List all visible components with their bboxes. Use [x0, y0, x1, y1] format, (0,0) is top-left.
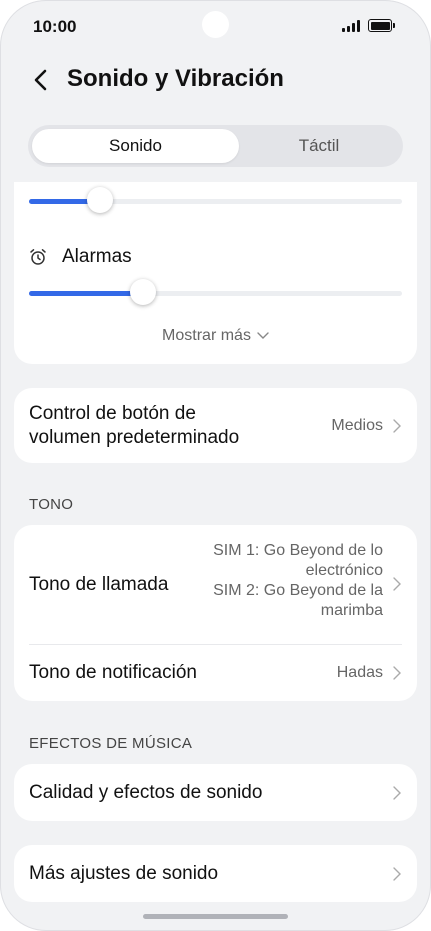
chevron-right-icon [393, 786, 401, 800]
alarm-clock-icon [30, 249, 46, 265]
home-indicator[interactable] [143, 914, 288, 919]
ringtone-sim1-line2: electrónico [305, 562, 383, 579]
notification-tone-value: Hadas [336, 664, 383, 681]
alarms-slider[interactable] [29, 279, 402, 305]
sound-quality-row[interactable]: Calidad y efectos de sonido [14, 764, 417, 821]
chevron-down-icon [257, 332, 269, 339]
chevron-right-icon [393, 577, 401, 591]
status-bar: 10:00 [0, 0, 431, 50]
tab-tactil[interactable]: Táctil [239, 129, 399, 163]
sound-quality-title: Calidad y efectos de sonido [29, 782, 263, 803]
volume-card: Alarmas Mostrar más [14, 182, 417, 364]
ringtone-title: Tono de llamada [29, 574, 169, 595]
show-more-label: Mostrar más [162, 327, 251, 344]
chevron-right-icon [393, 419, 401, 433]
volume-button-title-line2: volumen predeterminado [29, 427, 240, 448]
camera-cutout [202, 11, 229, 38]
segmented-control: Sonido Táctil [28, 125, 403, 167]
volume-button-title-line1: Control de botón de [29, 403, 196, 424]
volume-button-title: Control de botón de volumen predetermina… [29, 402, 239, 450]
more-sound-settings-title: Más ajustes de sonido [29, 863, 219, 884]
section-tono: TONO [29, 496, 74, 513]
volume-button-row[interactable]: Control de botón de volumen predetermina… [14, 388, 417, 463]
battery-icon [368, 19, 395, 32]
volume-button-value: Medios [331, 417, 383, 434]
signal-icon [342, 20, 364, 32]
ringtone-sim2-line2: marimba [320, 602, 383, 619]
page-title: Sonido y Vibración [67, 65, 284, 92]
alarms-label: Alarmas [62, 246, 132, 267]
chevron-right-icon [393, 867, 401, 881]
tab-sonido[interactable]: Sonido [32, 129, 239, 163]
chevron-right-icon [393, 666, 401, 680]
ringtone-sim2-line1: SIM 2: Go Beyond de la [213, 582, 383, 599]
status-time: 10:00 [33, 17, 77, 36]
notification-tone-row[interactable]: Tono de notificación Hadas [14, 645, 417, 701]
back-arrow-icon[interactable] [30, 68, 54, 92]
show-more-button[interactable]: Mostrar más [14, 327, 417, 345]
phone-screen: 10:00 Sonido y Vibración Sonido Táctil A… [0, 0, 431, 931]
section-music-effects: EFECTOS DE MÚSICA [29, 735, 193, 752]
ringtone-sim1-line1: SIM 1: Go Beyond de lo [213, 542, 383, 559]
ringtone-row[interactable]: Tono de llamada SIM 1: Go Beyond de lo e… [14, 525, 417, 644]
alarms-slider-thumb[interactable] [129, 279, 156, 305]
volume-slider-thumb[interactable] [86, 187, 113, 213]
page-header: Sonido y Vibración [0, 58, 431, 102]
volume-slider[interactable] [29, 187, 402, 213]
more-sound-settings-row[interactable]: Más ajustes de sonido [14, 845, 417, 902]
notification-tone-title: Tono de notificación [29, 662, 197, 683]
alarms-slider-fill [29, 291, 143, 296]
tono-card: Tono de llamada SIM 1: Go Beyond de lo e… [14, 525, 417, 701]
ringtone-value: SIM 1: Go Beyond de lo electrónico SIM 2… [213, 541, 383, 621]
